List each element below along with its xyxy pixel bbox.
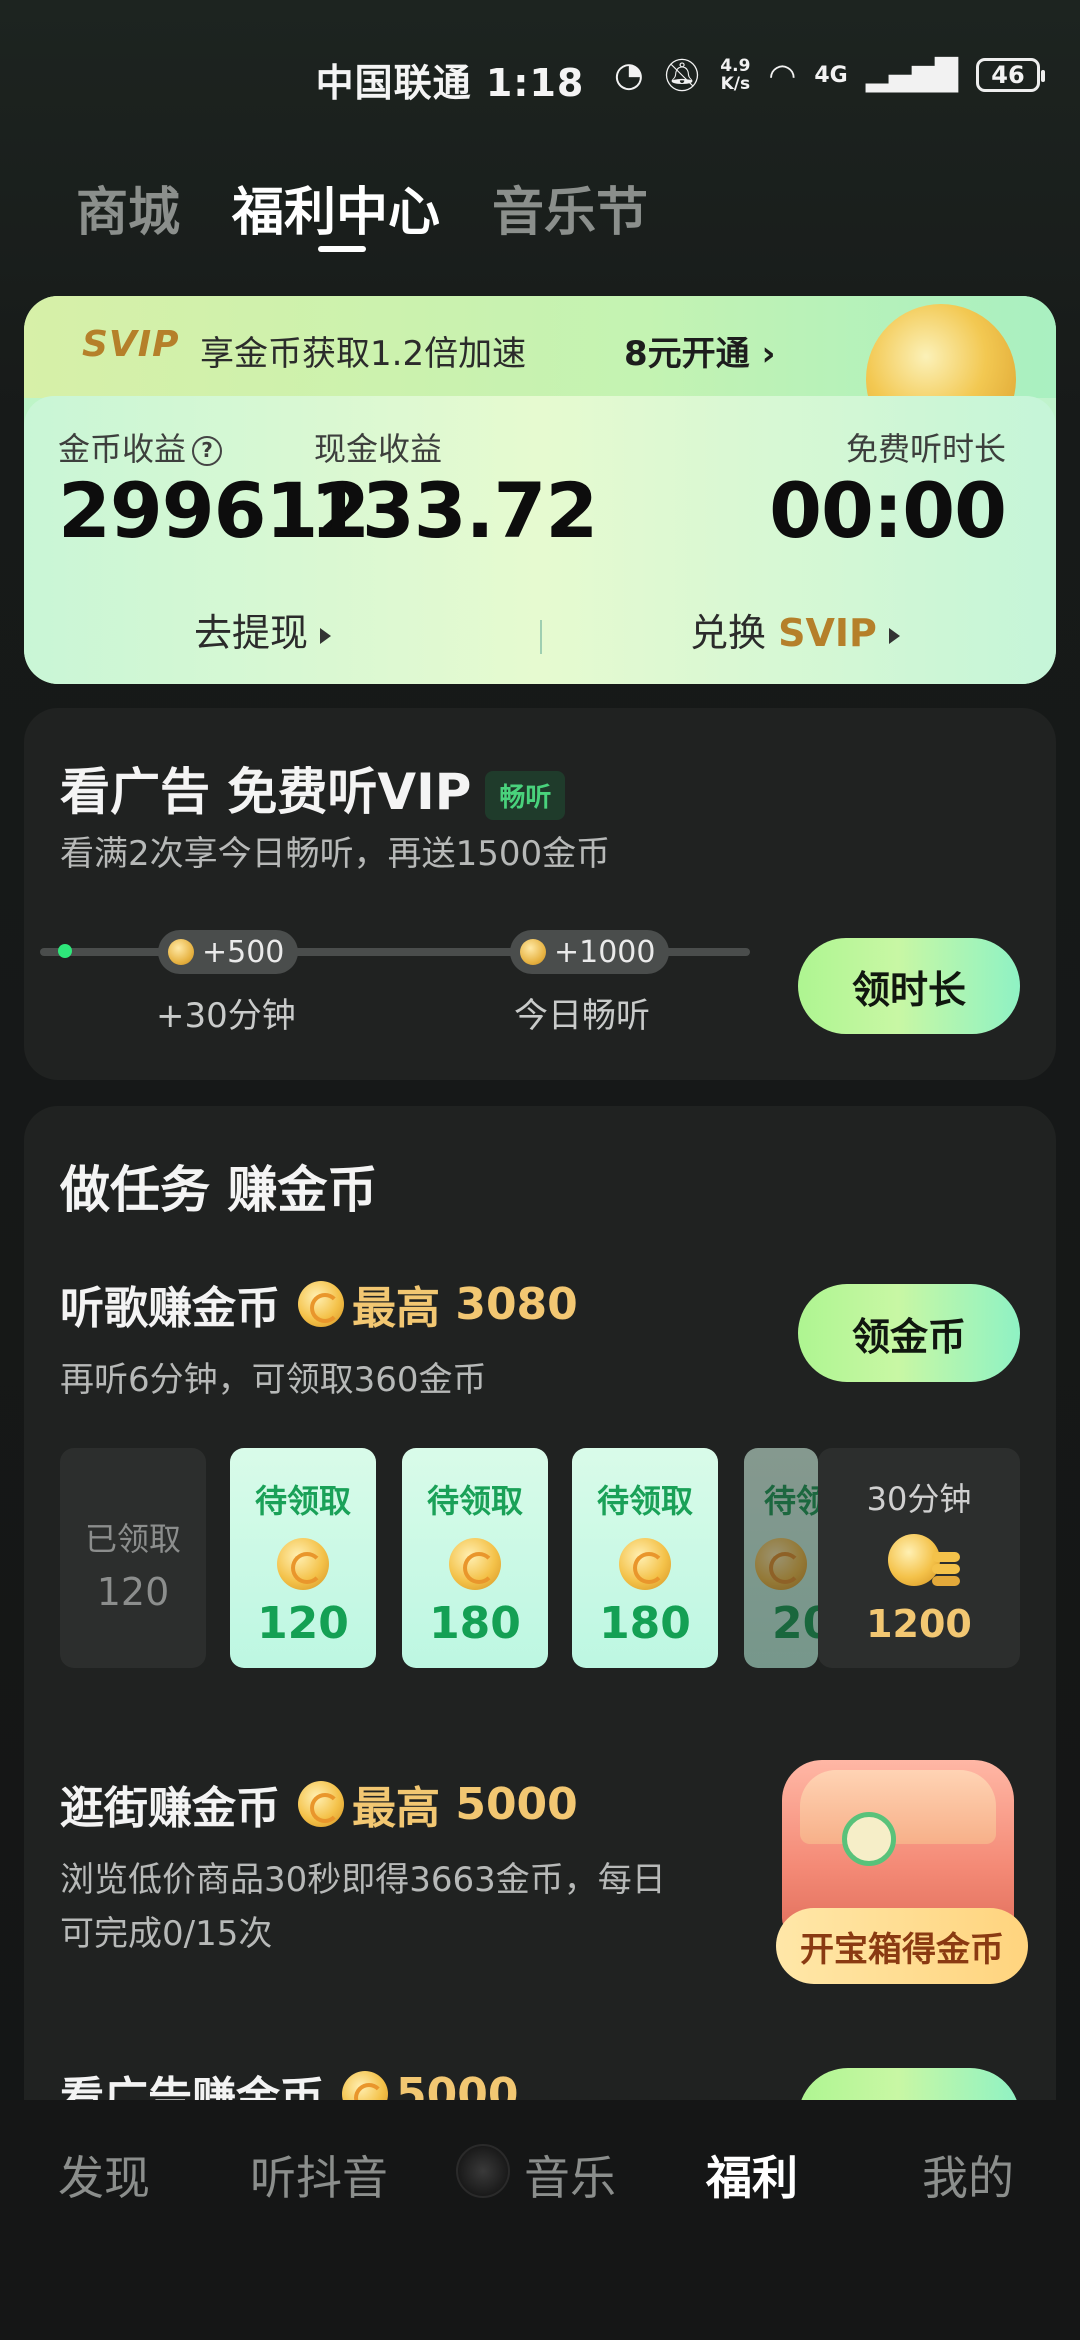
reward-slot-30min[interactable]: 30分钟 1200 — [818, 1448, 1020, 1668]
music-note-lock-icon — [842, 1812, 896, 1866]
music-avatar-icon[interactable] — [456, 2144, 510, 2198]
coin-icon — [168, 939, 194, 965]
nav-discover[interactable]: 发现 — [58, 2142, 150, 2208]
tab-underline — [318, 246, 366, 252]
vip-ad-title: 看广告 免费听VIP 畅听 — [60, 752, 566, 824]
divider — [540, 620, 542, 654]
coin-icon — [520, 939, 546, 965]
reward-slot-partial[interactable]: 待领取 200 — [744, 1448, 818, 1668]
nav-music[interactable]: 音乐 — [524, 2142, 616, 2208]
help-icon[interactable]: ? — [192, 436, 223, 466]
milestone-pill-1000: +1000 — [510, 930, 670, 974]
svip-desc: 享金币获取1.2倍加速 — [200, 334, 527, 374]
wifi-icon: ◠ — [768, 56, 797, 94]
coin-earnings-label: 金币收益? — [58, 424, 223, 470]
bottom-nav-bar — [0, 2100, 1080, 2340]
tasks-title: 做任务 赚金币 — [60, 1161, 378, 1219]
reward-slot-pending[interactable]: 待领取 180 — [402, 1448, 548, 1668]
shop-task-title: 逛街赚金币 最高 5000 — [60, 1778, 578, 1835]
top-tabs: 商城 福利中心 音乐节 — [76, 170, 648, 245]
nav-welfare[interactable]: 福利 — [706, 2142, 798, 2208]
open-treasure-button[interactable]: 开宝箱得金币 — [776, 1908, 1028, 1984]
listen-task-title: 听歌赚金币 最高 3080 — [60, 1278, 578, 1335]
signal-icon: 4G — [814, 62, 848, 88]
svip-logo: SVIP — [82, 324, 180, 365]
vip-ad-subtitle: 看满2次享今日畅听，再送1500金币 — [60, 834, 611, 874]
milestone-pill-500: +500 — [158, 930, 299, 974]
mute-bell-icon: 🔕︎ — [661, 56, 703, 94]
nav-mine[interactable]: 我的 — [922, 2142, 1014, 2208]
net-speed: 4.9 K/s — [720, 56, 751, 94]
claim-coins-button[interactable]: 领金币 — [798, 1284, 1020, 1382]
progress-dot — [58, 944, 72, 958]
free-listen-label: 免费听时长 — [845, 430, 1006, 468]
coin-stack-icon — [874, 1534, 964, 1594]
tab-welfare-center[interactable]: 福利中心 — [232, 170, 440, 245]
withdraw-link[interactable]: 去提现 — [194, 602, 332, 657]
status-icons: ◔ 🔕︎ 4.9 K/s ◠ 4G ▂▄▆█ 46 — [613, 55, 1045, 95]
signal-bars-icon: ▂▄▆█ — [865, 57, 958, 93]
reward-slot-claimed: 已领取 120 — [60, 1448, 206, 1668]
cash-earnings-label: 现金收益 — [314, 430, 443, 468]
play-arrow-icon — [888, 627, 900, 644]
shop-task-desc-line1: 浏览低价商品30秒即得3663金币，每日 — [60, 1860, 666, 1900]
listen-task-desc: 再听6分钟，可领取360金币 — [60, 1360, 487, 1400]
speedometer-icon: ◔ — [613, 55, 644, 95]
tab-music-festival[interactable]: 音乐节 — [492, 170, 648, 245]
coin-icon — [449, 1538, 501, 1590]
milestone-label-30min: +30分钟 — [156, 996, 296, 1036]
play-arrow-icon — [320, 627, 332, 644]
svip-open-link[interactable]: 8元开通 › — [624, 326, 776, 375]
treasure-chest-lid — [800, 1770, 996, 1844]
coin-icon — [619, 1538, 671, 1590]
coin-icon — [755, 1538, 807, 1590]
milestone-label-today: 今日畅听 — [514, 996, 650, 1036]
free-listen-value: 00:00 — [769, 466, 1007, 555]
reward-slot-pending[interactable]: 待领取 120 — [230, 1448, 376, 1668]
shop-task-desc-line2: 可完成0/15次 — [60, 1914, 273, 1954]
claim-duration-button[interactable]: 领时长 — [798, 938, 1020, 1034]
nav-listen-douyin[interactable]: 听抖音 — [250, 2142, 388, 2208]
battery-icon: 46 — [976, 58, 1045, 92]
coin-icon — [298, 1781, 344, 1827]
reward-slot-pending[interactable]: 待领取 180 — [572, 1448, 718, 1668]
exchange-svip-link[interactable]: 兑换 SVIP — [690, 602, 900, 657]
tab-mall[interactable]: 商城 — [76, 170, 180, 245]
chang-ting-badge: 畅听 — [485, 771, 566, 820]
coin-icon — [277, 1538, 329, 1590]
coin-icon — [298, 1281, 344, 1327]
